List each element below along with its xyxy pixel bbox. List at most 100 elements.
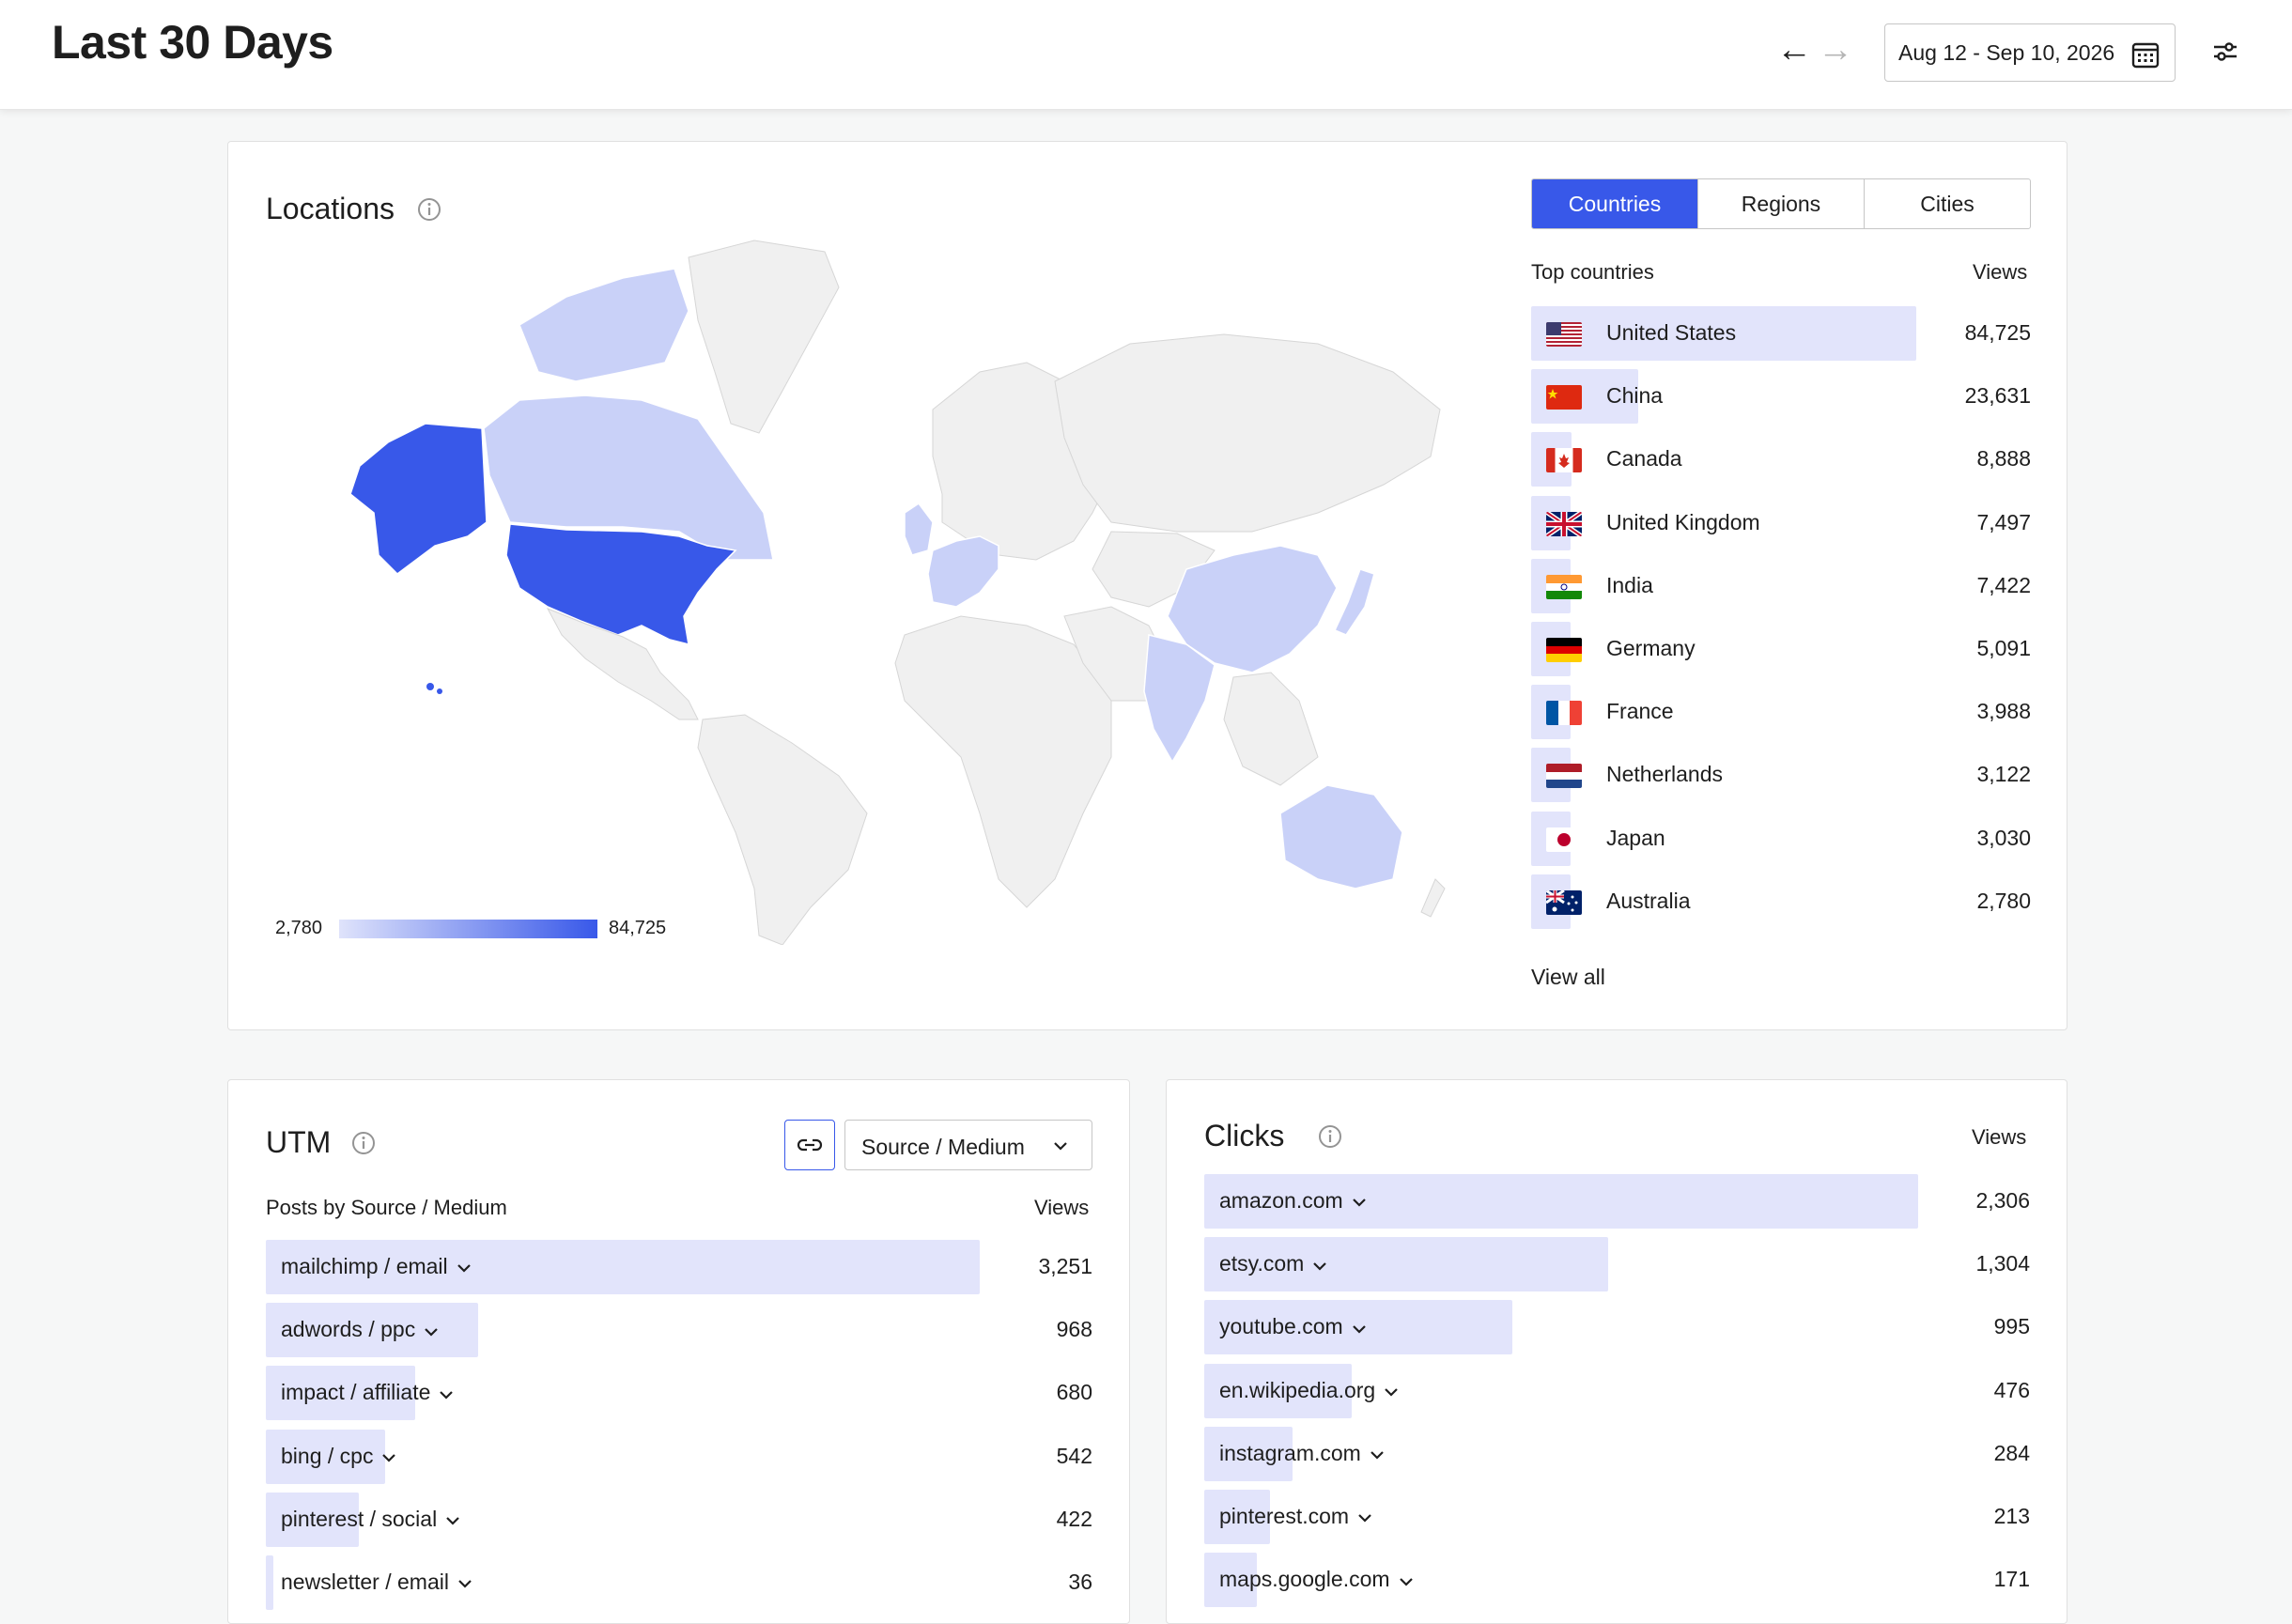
country-value: 3,122	[1976, 762, 2031, 787]
view-all-link[interactable]: View all	[1531, 965, 1605, 990]
country-value: 5,091	[1976, 636, 2031, 660]
utm-value: 680	[1056, 1380, 1092, 1405]
utm-value: 968	[1056, 1317, 1092, 1342]
chevron-down-icon[interactable]	[380, 1445, 397, 1470]
chevron-down-icon[interactable]	[1369, 1442, 1386, 1467]
arrow-right-icon[interactable]: →	[1813, 30, 1858, 70]
utm-row[interactable]: mailchimp / email 3,251	[266, 1240, 1092, 1294]
arrow-left-icon[interactable]: ←	[1772, 30, 1817, 70]
click-value: 2,306	[1975, 1188, 2030, 1213]
country-value: 7,422	[1976, 572, 2031, 597]
utm-label: bing / cpc	[281, 1444, 397, 1470]
chevron-down-icon[interactable]	[438, 1382, 455, 1407]
utm-value: 36	[1068, 1570, 1092, 1594]
chevron-down-icon[interactable]	[1356, 1505, 1373, 1530]
chevron-down-icon[interactable]	[1351, 1316, 1368, 1341]
chevron-down-icon[interactable]	[1398, 1569, 1415, 1594]
country-value: 3,030	[1976, 825, 2031, 850]
chevron-down-icon[interactable]	[423, 1319, 440, 1344]
click-row[interactable]: instagram.com 284	[1204, 1426, 2030, 1481]
country-value: 84,725	[1964, 320, 2031, 345]
utm-group-select[interactable]: Source / Medium	[844, 1120, 1092, 1170]
map-japan	[1333, 568, 1375, 636]
click-row[interactable]: etsy.com 1,304	[1204, 1237, 2030, 1292]
map-western-europe	[927, 535, 999, 608]
world-map[interactable]	[285, 231, 1449, 945]
location-tabs: Countries Regions Cities	[1531, 178, 2031, 229]
country-row[interactable]: United States 84,725	[1531, 306, 2031, 361]
country-label: China	[1606, 383, 1664, 409]
tab-cities[interactable]: Cities	[1864, 179, 2030, 228]
legend-gradient	[339, 920, 597, 938]
map-australia	[1279, 784, 1403, 889]
page-title: Last 30 Days	[52, 16, 333, 69]
select-value: Source / Medium	[861, 1135, 1025, 1159]
click-row[interactable]: maps.google.com 171	[1204, 1553, 2030, 1608]
country-row[interactable]: United Kingdom 7,497	[1531, 495, 2031, 550]
click-value: 1,304	[1975, 1251, 2030, 1276]
country-label: Germany	[1606, 636, 1696, 660]
country-row[interactable]: France 3,988	[1531, 685, 2031, 740]
click-row[interactable]: pinterest.com 213	[1204, 1490, 2030, 1544]
legend-max: 84,725	[609, 918, 667, 938]
flag-jp-icon	[1546, 827, 1582, 852]
calendar-icon	[2131, 42, 2160, 69]
country-value: 3,988	[1976, 699, 2031, 724]
country-row[interactable]: Netherlands 3,122	[1531, 748, 2031, 803]
date-range-picker[interactable]: Aug 12 - Sep 10, 2026	[1884, 23, 2176, 82]
country-label: Netherlands	[1606, 762, 1724, 787]
country-row[interactable]: Canada 8,888	[1531, 432, 2031, 487]
tab-regions[interactable]: Regions	[1697, 179, 1864, 228]
click-row[interactable]: en.wikipedia.org 476	[1204, 1363, 2030, 1418]
chevron-down-icon[interactable]	[456, 1255, 472, 1280]
country-label: Canada	[1606, 446, 1682, 472]
utm-row[interactable]: newsletter / email 36	[266, 1555, 1092, 1610]
country-label: India	[1606, 572, 1653, 597]
click-label: en.wikipedia.org	[1219, 1378, 1400, 1404]
info-icon[interactable]	[416, 196, 442, 223]
chevron-down-icon[interactable]	[1351, 1189, 1368, 1214]
top-countries-header: Top countries	[1531, 260, 1654, 284]
info-icon[interactable]	[350, 1130, 377, 1156]
utm-label: mailchimp / email	[281, 1254, 472, 1280]
country-label: France	[1606, 699, 1674, 724]
chevron-down-icon[interactable]	[1311, 1253, 1328, 1278]
click-value: 476	[1993, 1377, 2030, 1402]
utm-row[interactable]: bing / cpc 542	[266, 1429, 1092, 1484]
country-row[interactable]: India 7,422	[1531, 558, 2031, 613]
map-southeast-asia	[1223, 672, 1319, 786]
country-row[interactable]: Australia 2,780	[1531, 874, 2031, 929]
utm-list-header: Posts by Source / Medium	[266, 1196, 507, 1219]
clicks-title: Clicks	[1204, 1119, 1285, 1152]
chevron-down-icon[interactable]	[457, 1570, 473, 1596]
clicks-card: Clicks Views amazon.com 2,306 etsy.com 1,30…	[1166, 1079, 2067, 1624]
clicks-views-header: Views	[1972, 1125, 2027, 1149]
info-icon[interactable]	[1317, 1123, 1343, 1150]
click-value: 284	[1993, 1440, 2030, 1465]
utm-label: adwords / ppc	[281, 1317, 440, 1343]
country-row[interactable]: China 23,631	[1531, 369, 2031, 425]
click-row[interactable]: youtube.com 995	[1204, 1300, 2030, 1355]
map-new-zealand	[1420, 878, 1446, 918]
country-value: 23,631	[1964, 383, 2031, 409]
sliders-icon[interactable]	[2211, 38, 2239, 66]
flag-in-icon	[1546, 574, 1582, 599]
utm-row[interactable]: impact / affiliate 680	[266, 1366, 1092, 1421]
utm-row[interactable]: pinterest / social 422	[266, 1492, 1092, 1547]
utm-label: pinterest / social	[281, 1507, 461, 1533]
click-row[interactable]: amazon.com 2,306	[1204, 1174, 2030, 1229]
chevron-down-icon[interactable]	[1383, 1379, 1400, 1404]
utm-views-header: Views	[1034, 1196, 1090, 1219]
chevron-down-icon[interactable]	[444, 1508, 461, 1533]
click-value: 171	[1993, 1567, 2030, 1592]
map-united-kingdom	[904, 502, 934, 556]
tab-countries[interactable]: Countries	[1532, 179, 1697, 228]
country-row[interactable]: Germany 5,091	[1531, 622, 2031, 676]
country-value: 2,780	[1976, 888, 2031, 913]
locations-title: Locations	[266, 192, 395, 225]
utm-row[interactable]: adwords / ppc 968	[266, 1303, 1092, 1358]
locations-card: Locations 2,780 84,725 Countries Regions…	[227, 141, 2067, 1030]
country-value: 8,888	[1976, 446, 2031, 472]
country-row[interactable]: Japan 3,030	[1531, 811, 2031, 866]
link-button[interactable]	[784, 1120, 835, 1170]
